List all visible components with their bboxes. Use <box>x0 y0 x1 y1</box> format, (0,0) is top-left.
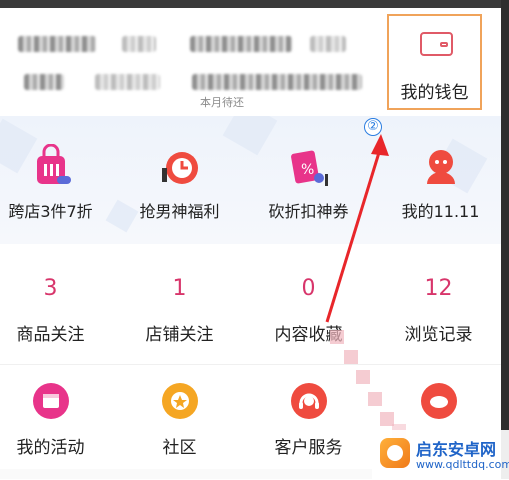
watermark-logo-icon <box>380 438 410 468</box>
watermark-url: www.qdlttdq.com <box>416 458 509 471</box>
bottom-nav-bar <box>0 469 372 479</box>
annotation-arrow <box>325 134 389 323</box>
watermark: 启东安卓网 www.qdlttdq.com <box>372 430 509 479</box>
watermark-title: 启东安卓网 <box>416 440 497 459</box>
